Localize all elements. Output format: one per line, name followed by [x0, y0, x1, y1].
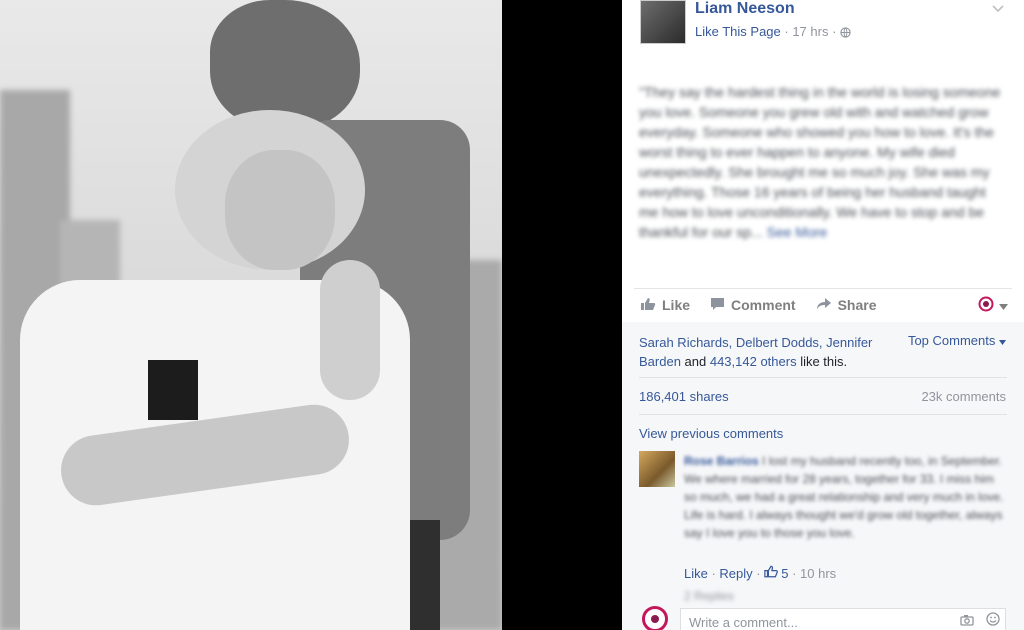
- post-panel: Liam Neeson Like This Page · 17 hrs · "T…: [622, 0, 1024, 630]
- page-avatar[interactable]: [640, 0, 686, 44]
- photo-backdrop: [502, 0, 622, 630]
- divider: [639, 377, 1007, 378]
- likes-summary: Sarah Richards, Delbert Dodds, Jennifer …: [639, 335, 873, 369]
- top-comments-dropdown[interactable]: Top Comments: [908, 333, 1006, 348]
- post-time[interactable]: 17 hrs: [792, 24, 828, 39]
- write-comment-row: Write a comment...: [622, 604, 1024, 630]
- thumbs-up-icon: [640, 297, 662, 314]
- globe-icon: [840, 26, 851, 41]
- like-button[interactable]: Like: [640, 297, 690, 314]
- user-avatar: [642, 606, 668, 630]
- chevron-down-icon[interactable]: [992, 2, 1004, 16]
- divider: [639, 414, 1007, 415]
- like-page-link[interactable]: Like This Page: [695, 24, 781, 39]
- caret-down-icon: [999, 333, 1006, 348]
- camera-icon[interactable]: [960, 613, 974, 629]
- messenger-dot-icon: [978, 296, 994, 315]
- see-more-link[interactable]: See More: [767, 224, 828, 240]
- comment-input[interactable]: Write a comment...: [680, 608, 1006, 630]
- view-previous-comments[interactable]: View previous comments: [639, 426, 783, 441]
- share-arrow-icon: [816, 297, 838, 314]
- post-meta: Like This Page · 17 hrs ·: [695, 24, 851, 41]
- caret-down-icon: [999, 297, 1008, 313]
- comment-icon: [710, 297, 731, 314]
- shares-count[interactable]: 186,401 shares: [639, 389, 729, 404]
- comment-button[interactable]: Comment: [710, 297, 796, 314]
- reaction-selector[interactable]: [978, 296, 1008, 315]
- commenter-avatar[interactable]: [639, 451, 675, 487]
- comment-like-button[interactable]: Like: [684, 566, 708, 581]
- post-photo[interactable]: [0, 0, 502, 630]
- post-actions: Like Comment Share: [634, 288, 1012, 321]
- share-button[interactable]: Share: [816, 297, 877, 314]
- page-name[interactable]: Liam Neeson: [695, 0, 795, 18]
- comment-actions: Like · Reply · 5 · 10 hrs: [684, 565, 837, 581]
- comment-like-count[interactable]: 5: [781, 566, 788, 581]
- comment-time[interactable]: 10 hrs: [800, 566, 836, 581]
- post-text: "They say the hardest thing in the world…: [639, 84, 1001, 240]
- thumbs-up-outline-icon: [764, 565, 779, 581]
- commenter-name[interactable]: Rose Barrios: [684, 454, 759, 468]
- comment-input-icons: [960, 612, 1000, 629]
- comment-body: Rose Barrios I lost my husband recently …: [684, 452, 1004, 542]
- emoji-icon[interactable]: [986, 612, 1000, 629]
- others-link[interactable]: 443,142 others: [710, 354, 797, 369]
- replies-link[interactable]: 2 Replies: [684, 589, 734, 603]
- comment-reply-button[interactable]: Reply: [719, 566, 752, 581]
- comments-count[interactable]: 23k comments: [921, 389, 1006, 404]
